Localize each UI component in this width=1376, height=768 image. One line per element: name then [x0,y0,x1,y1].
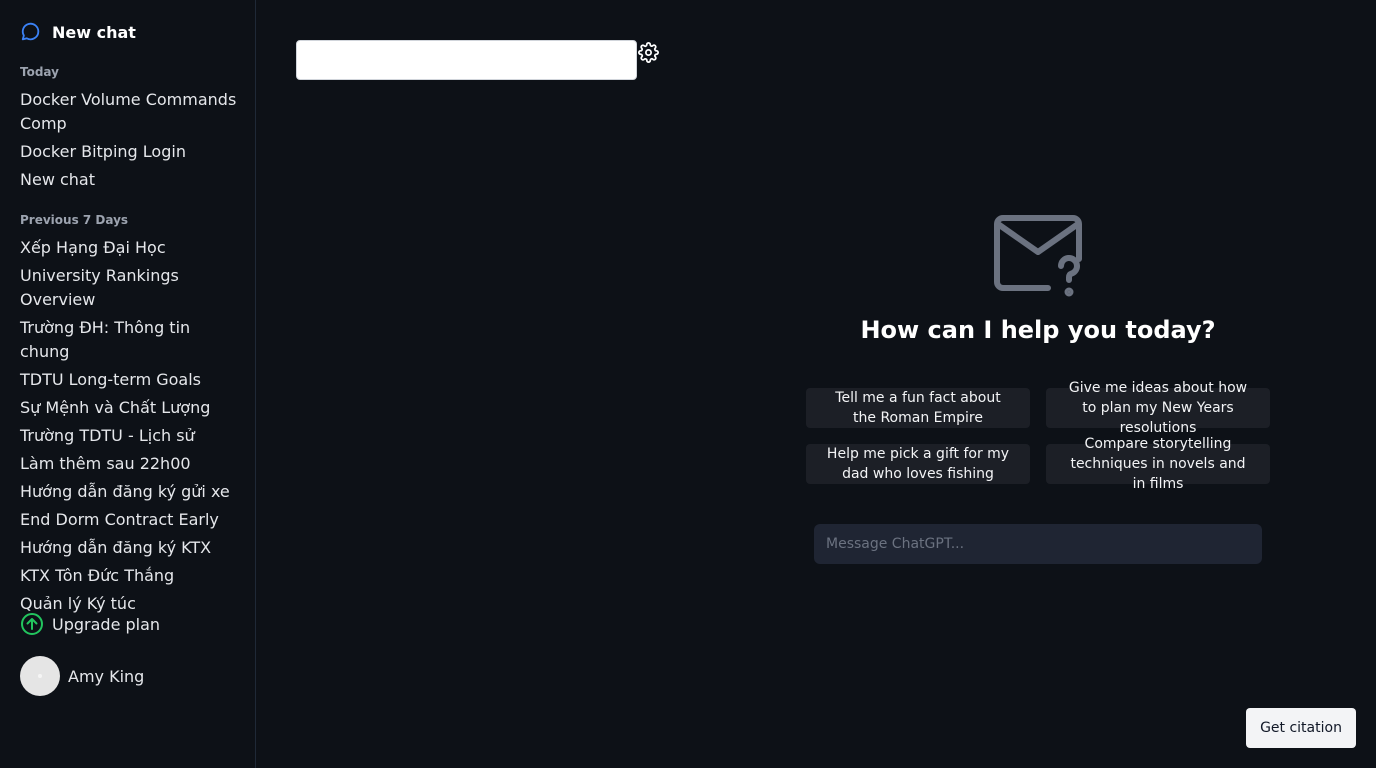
chat-item[interactable]: Hướng dẫn đăng ký gửi xe [20,480,242,504]
chat-item[interactable]: New chat [20,168,242,192]
top-search-input[interactable] [296,40,637,80]
message-input[interactable] [814,524,1262,564]
avatar [20,656,60,696]
gear-icon [638,42,659,63]
user-profile[interactable]: Amy King [20,656,144,696]
arrow-up-circle-icon [21,613,43,635]
chat-item[interactable]: Docker Volume Commands Comp [20,88,242,136]
section-title-previous-7-days: Previous 7 Days [20,213,129,227]
chat-item[interactable]: Làm thêm sau 22h00 [20,452,242,476]
upgrade-plan-button[interactable]: Upgrade plan [20,612,160,636]
new-chat-button[interactable]: New chat [20,20,136,44]
chat-item[interactable]: Xếp Hạng Đại Học [20,236,242,260]
chat-item[interactable]: Trường ĐH: Thông tin chung [20,316,242,364]
chat-item[interactable]: TDTU Long-term Goals [20,368,242,392]
chat-item[interactable]: University Rankings Overview [20,264,180,312]
suggestion-card[interactable]: Give me ideas about how to plan my New Y… [1046,380,1270,436]
chat-item[interactable]: End Dorm Contract Early [20,508,242,532]
user-name: Amy King [68,666,145,686]
avatar-dot [38,674,42,678]
chat-item[interactable]: Docker Bitping Login [20,140,242,164]
chat-bubble-icon [21,22,40,41]
new-chat-label: New chat [52,22,136,42]
chat-list-previous: Xếp Hạng Đại Học University Rankings Ove… [20,236,242,620]
chat-list-today: Docker Volume Commands Comp Docker Bitpi… [20,88,242,196]
sidebar: New chat Today Docker Volume Commands Co… [0,0,256,768]
settings-button[interactable] [638,42,659,63]
suggestion-card[interactable]: Tell me a fun fact about the Roman Empir… [806,388,1030,428]
page-title: How can I help you today? [860,316,1216,344]
section-title-today: Today [20,65,59,79]
chat-item[interactable]: Sự Mệnh và Chất Lượng [20,396,242,420]
mail-question-icon [994,215,1082,297]
suggestion-card[interactable]: Help me pick a gift for my dad who loves… [806,444,1030,484]
upgrade-plan-label: Upgrade plan [52,614,161,634]
chat-item[interactable]: Trường TDTU - Lịch sử [20,424,242,448]
suggestion-card[interactable]: Compare storytelling techniques in novel… [1046,436,1270,492]
get-citation-button[interactable]: Get citation [1246,708,1356,748]
chat-item[interactable]: KTX Tôn Đức Thắng [20,564,242,588]
chat-item[interactable]: Hướng dẫn đăng ký KTX [20,536,242,560]
